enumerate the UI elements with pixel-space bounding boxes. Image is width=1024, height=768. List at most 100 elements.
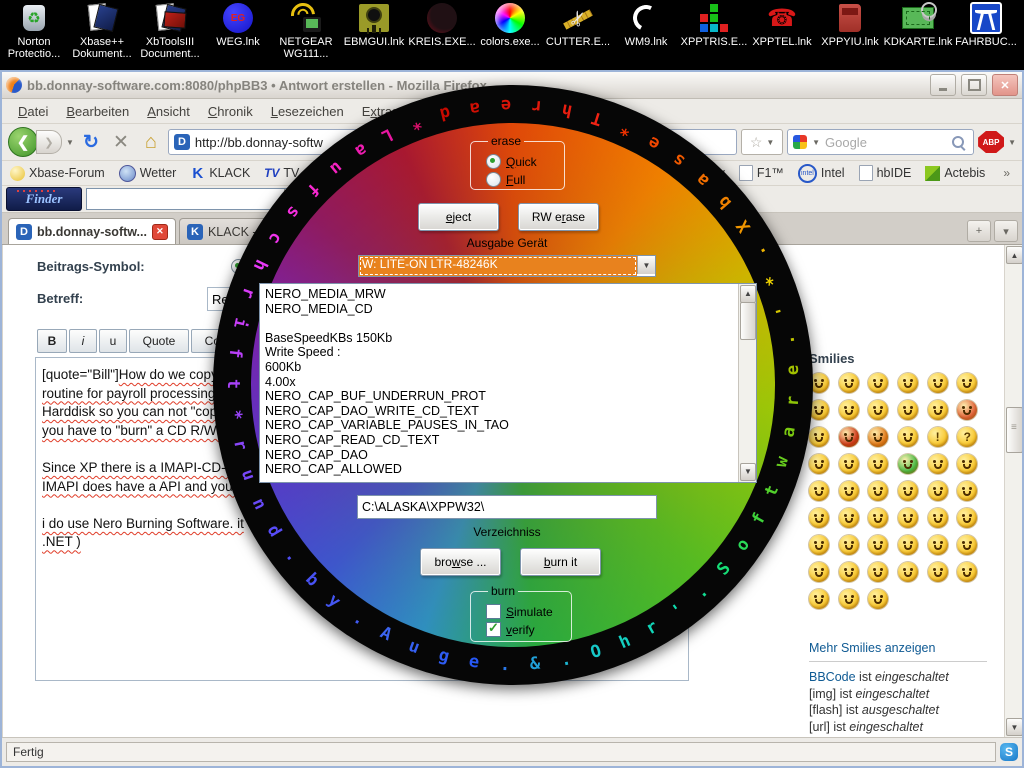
smiley-lol[interactable]	[868, 400, 888, 420]
listbox-scrollbar-thumb[interactable]	[740, 302, 756, 340]
smiley-sleep[interactable]	[868, 535, 888, 555]
smiley-cool[interactable]	[898, 481, 918, 501]
smiley-evil[interactable]	[839, 427, 859, 447]
smiley-plain[interactable]	[928, 481, 948, 501]
skype-icon[interactable]: S	[1000, 743, 1018, 761]
smiley-thumbup[interactable]	[898, 535, 918, 555]
finder-logo[interactable]: Finder	[6, 187, 82, 211]
device-info-listbox[interactable]: NERO_MEDIA_MRWNERO_MEDIA_CD BaseSpeedKBs…	[259, 283, 757, 483]
scrollbar-thumb[interactable]	[1006, 407, 1022, 453]
reload-icon[interactable]: ↻	[78, 131, 104, 154]
smiley-glasses[interactable]	[898, 508, 918, 528]
scroll-down-icon[interactable]: ▼	[1006, 718, 1022, 736]
bookmark-actebis[interactable]: Actebis	[925, 166, 985, 181]
smiley-violin[interactable]	[839, 589, 859, 609]
more-smilies-link[interactable]: Mehr Smilies anzeigen	[809, 641, 935, 655]
search-box[interactable]: ▼ Google	[787, 129, 974, 155]
adblock-plus-icon[interactable]: ABP	[978, 131, 1004, 153]
smiley-silent[interactable]	[957, 508, 977, 528]
browse-button[interactable]: browse ...	[420, 548, 501, 576]
bbcode-link[interactable]: BBCode	[809, 670, 856, 684]
close-button[interactable]: ✕	[992, 74, 1018, 96]
smiley-exclaim[interactable]: !	[928, 427, 948, 447]
scroll-up-icon[interactable]: ▲	[1006, 246, 1022, 264]
smiley-tongue[interactable]	[839, 508, 859, 528]
smiley-twisted[interactable]	[868, 427, 888, 447]
menu-datei[interactable]: Datei	[10, 102, 56, 121]
smiley-doh[interactable]	[928, 562, 948, 582]
eject-button[interactable]: eject	[418, 203, 499, 231]
smiley-clown[interactable]	[928, 535, 948, 555]
desktop-icon-xpptel-shortcut[interactable]: ☎XPPTEL.lnk	[748, 2, 816, 68]
bookmark-xbase-forum[interactable]: Xbase-Forum	[10, 166, 105, 181]
smiley-shock[interactable]	[928, 373, 948, 393]
smiley-redface[interactable]	[957, 400, 977, 420]
bookmark-wetter[interactable]: Wetter	[119, 165, 177, 182]
checkbox-verify[interactable]	[486, 622, 501, 637]
checkbox-simulate[interactable]	[486, 604, 501, 619]
desktop-icon-netgear-wg111[interactable]: NETGEAR WG111...	[272, 2, 340, 68]
smiley-arrow[interactable]	[839, 454, 859, 474]
menu-bearbeiten[interactable]: Bearbeiten	[58, 102, 137, 121]
tab-close-icon[interactable]: ✕	[152, 224, 168, 240]
erase-radio-row-quick[interactable]: Quick	[486, 154, 555, 169]
desktop-icon-colors-exe[interactable]: colors.exe...	[476, 2, 544, 68]
abp-dropdown-icon[interactable]: ▼	[1008, 138, 1016, 147]
format-button-u[interactable]: u	[99, 329, 127, 353]
smiley-mrgreen[interactable]	[898, 454, 918, 474]
new-tab-button[interactable]: +	[967, 220, 991, 242]
minimize-button[interactable]	[930, 74, 956, 96]
stop-icon[interactable]: ✕	[108, 131, 134, 154]
smiley-smile[interactable]	[839, 373, 859, 393]
smiley-ugeek[interactable]	[957, 454, 977, 474]
radio-full[interactable]	[486, 172, 501, 187]
burn-it-button[interactable]: burn it	[520, 548, 601, 576]
format-button-quote[interactable]: Quote	[129, 329, 189, 353]
smiley-rolleyes[interactable]	[898, 427, 918, 447]
erase-radio-row-full[interactable]: Full	[486, 172, 555, 187]
forward-button[interactable]: ❯	[36, 130, 62, 154]
search-engine-dropdown-icon[interactable]: ▼	[812, 138, 820, 147]
directory-path-input[interactable]	[357, 495, 657, 519]
desktop-icon-ebmgui-shortcut[interactable]: EBMGUI.lnk	[340, 2, 408, 68]
format-button-b[interactable]: B	[37, 329, 67, 353]
smiley-razz[interactable]	[928, 400, 948, 420]
smiley-oops[interactable]	[928, 508, 948, 528]
device-dropdown-icon[interactable]: ▼	[637, 256, 655, 274]
menu-ansicht[interactable]: Ansicht	[139, 102, 198, 121]
desktop-icon-fahrbuch-shortcut[interactable]: FAHRBUC...	[952, 2, 1020, 68]
smiley-confused[interactable]	[868, 508, 888, 528]
smiley-smirk[interactable]	[868, 454, 888, 474]
radio-quick[interactable]	[486, 154, 501, 169]
smiley-wave[interactable]	[957, 535, 977, 555]
listbox-scrollbar[interactable]: ▲ ▼	[738, 284, 756, 482]
desktop-icon-weg-shortcut[interactable]: EGWEG.lnk	[204, 2, 272, 68]
back-button[interactable]: ❮	[8, 127, 38, 157]
smiley-wink[interactable]	[868, 373, 888, 393]
smiley-mmm[interactable]	[898, 373, 918, 393]
history-dropdown-icon[interactable]: ▼	[66, 138, 74, 147]
smiley-grim[interactable]	[898, 400, 918, 420]
smiley-laugh[interactable]	[839, 481, 859, 501]
smiley-sly[interactable]	[839, 400, 859, 420]
magnifier-icon[interactable]	[952, 136, 964, 148]
desktop-icon-norton-protection[interactable]: ♻Norton Protectio...	[0, 2, 68, 68]
burn-check-row-verify[interactable]: verify	[486, 622, 562, 637]
page-scrollbar[interactable]: ▲ ▼	[1004, 245, 1022, 737]
desktop-icon-xpptris-exe[interactable]: XPPTRIS.E...	[680, 2, 748, 68]
format-button-i[interactable]: i	[69, 329, 97, 353]
desktop-icon-wm9-shortcut[interactable]: WM9.lnk	[612, 2, 680, 68]
listbox-scroll-up-icon[interactable]: ▲	[740, 285, 756, 303]
desktop-icon-xbase-dokument[interactable]: Xbase++ Dokument...	[68, 2, 136, 68]
desktop-icon-kdkarte-shortcut[interactable]: KDKARTE.lnk	[884, 2, 952, 68]
smiley-bee[interactable]	[868, 589, 888, 609]
smiley-worried[interactable]	[868, 481, 888, 501]
smiley-question[interactable]: ?	[957, 427, 977, 447]
smiley-yawn[interactable]	[868, 562, 888, 582]
smiley-eek[interactable]	[957, 373, 977, 393]
desktop-icon-kreis-exe[interactable]: KREIS.EXE...	[408, 2, 476, 68]
smiley-cry[interactable]	[957, 562, 977, 582]
home-icon[interactable]: ⌂	[138, 131, 164, 154]
rw-erase-button[interactable]: RW erase	[518, 203, 599, 231]
bookmark-hbide[interactable]: hbIDE	[859, 165, 912, 181]
